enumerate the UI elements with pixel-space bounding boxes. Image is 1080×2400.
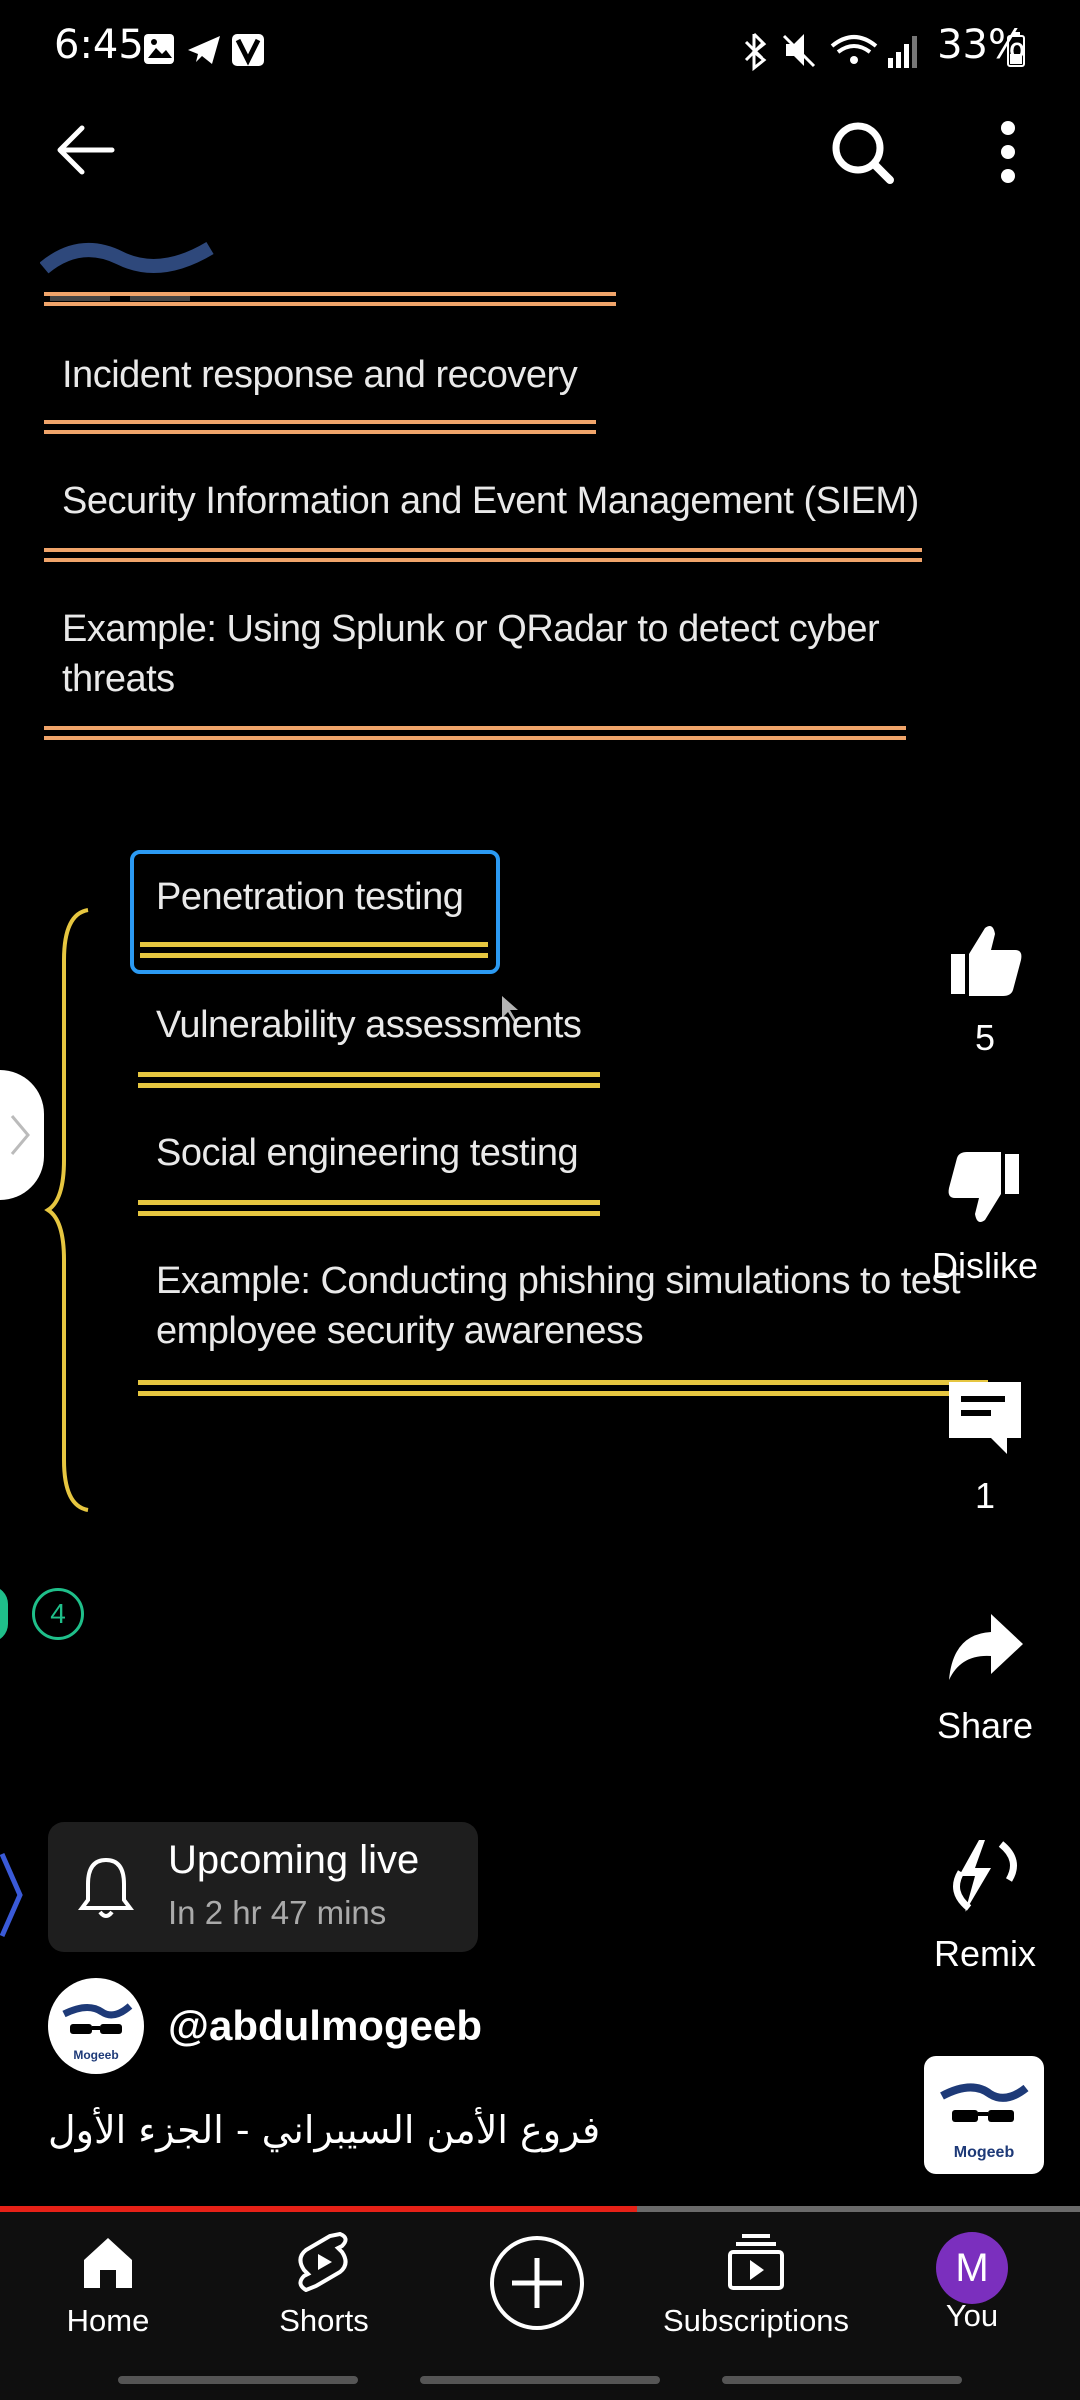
search-icon[interactable]: [828, 118, 898, 188]
green-node: [0, 1586, 8, 1642]
nav-home-label: Home: [66, 2303, 150, 2338]
divider-line: [138, 1072, 600, 1088]
slide-item-siem: Security Information and Event Managemen…: [62, 480, 919, 522]
plus-icon: [512, 2258, 562, 2308]
channel-logo-card-text: Mogeeb: [953, 2144, 1015, 2161]
more-vertical-icon[interactable]: [990, 118, 1026, 188]
share-label: Share: [936, 1705, 1034, 1746]
video-title[interactable]: فروع الأمن السيبراني - الجزء الأول: [48, 2108, 600, 2152]
divider-line: [140, 942, 488, 958]
home-icon: [84, 2238, 132, 2288]
thumbs-down-icon: [948, 1152, 1019, 1222]
divider-line: [44, 420, 596, 434]
channel-handle[interactable]: @abdulmogeeb: [168, 2002, 482, 2050]
upcoming-live-card[interactable]: Upcoming live In 2 hr 47 mins: [48, 1822, 478, 1952]
like-button[interactable]: 5: [920, 920, 1050, 1059]
divider-line: [138, 1380, 988, 1396]
gesture-bar: [420, 2376, 660, 2384]
thumbs-up-icon: [951, 926, 1022, 996]
slide-item-social: Social engineering testing: [156, 1132, 579, 1174]
back-arrow-icon[interactable]: [50, 120, 120, 180]
slide-item-social-example-line2: employee security awareness: [156, 1310, 644, 1352]
chevron-right-icon: [10, 1115, 30, 1155]
status-bar: 6:45 33%: [0, 0, 1080, 100]
divider-line: [44, 292, 616, 306]
battery-icon: [1007, 32, 1025, 67]
share-icon: [949, 1614, 1023, 1680]
dislike-button[interactable]: Dislike: [920, 1148, 1050, 1287]
nav-home[interactable]: Home: [8, 2232, 208, 2339]
nav-you-label: You: [945, 2298, 999, 2333]
gesture-bar: [118, 2376, 358, 2384]
notification-icons: [144, 34, 264, 66]
step-badge: 4: [32, 1588, 84, 1640]
cursor-icon: [502, 996, 518, 1022]
divider-line: [44, 548, 922, 562]
shorts-icon: [298, 2231, 348, 2293]
subscriptions-icon: [728, 2234, 784, 2290]
step-badge-number: 4: [50, 1598, 66, 1629]
nav-you[interactable]: M You: [872, 2232, 1072, 2334]
comment-icon: [949, 1382, 1021, 1454]
bottom-nav: Home Shorts Subscriptions M You: [0, 2212, 1080, 2400]
nav-shorts-label: Shorts: [279, 2303, 369, 2338]
channel-logo-card[interactable]: Mogeeb: [924, 2056, 1044, 2174]
upcoming-title: Upcoming live: [168, 1838, 420, 1882]
channel-logo-text: Mogeeb: [73, 2048, 119, 2062]
create-button[interactable]: [490, 2236, 584, 2330]
remix-label: Remix: [933, 1933, 1036, 1974]
blue-hexagon-node: [0, 1852, 23, 1938]
remix-icon: [953, 1840, 1017, 1912]
comments-button[interactable]: 1: [920, 1378, 1050, 1517]
slide-item-incident: Incident response and recovery: [62, 354, 578, 396]
curly-brace: [44, 908, 89, 1512]
share-button[interactable]: Share: [920, 1608, 1050, 1747]
bell-icon: [78, 1857, 134, 1918]
divider-line: [138, 1200, 600, 1216]
nav-subscriptions[interactable]: Subscriptions: [656, 2232, 856, 2339]
status-time: 6:45: [54, 22, 144, 68]
user-avatar: M: [936, 2232, 1008, 2304]
comment-count: 1: [974, 1475, 996, 1516]
slide-item-siem-example-line2: threats: [62, 658, 175, 700]
gesture-bar: [722, 2376, 962, 2384]
channel-avatar[interactable]: Mogeeb: [48, 1978, 144, 2074]
video-frame[interactable]: Incident response and recovery Security …: [0, 200, 1080, 2000]
dislike-label: Dislike: [931, 1245, 1038, 1286]
slide-item-social-example-line1: Example: Conducting phishing simulations…: [156, 1260, 961, 1302]
remix-button[interactable]: Remix: [920, 1836, 1050, 1975]
like-count: 5: [974, 1017, 996, 1058]
user-avatar-letter: M: [955, 2246, 989, 2290]
nav-subscriptions-label: Subscriptions: [662, 2303, 850, 2338]
slide-item-siem-example-line1: Example: Using Splunk or QRadar to detec…: [62, 608, 880, 650]
upcoming-subtitle: In 2 hr 47 mins: [168, 1894, 387, 1931]
divider-line: [44, 726, 906, 740]
slide-item-pentest: Penetration testing: [156, 876, 464, 918]
nav-shorts[interactable]: Shorts: [224, 2231, 424, 2339]
